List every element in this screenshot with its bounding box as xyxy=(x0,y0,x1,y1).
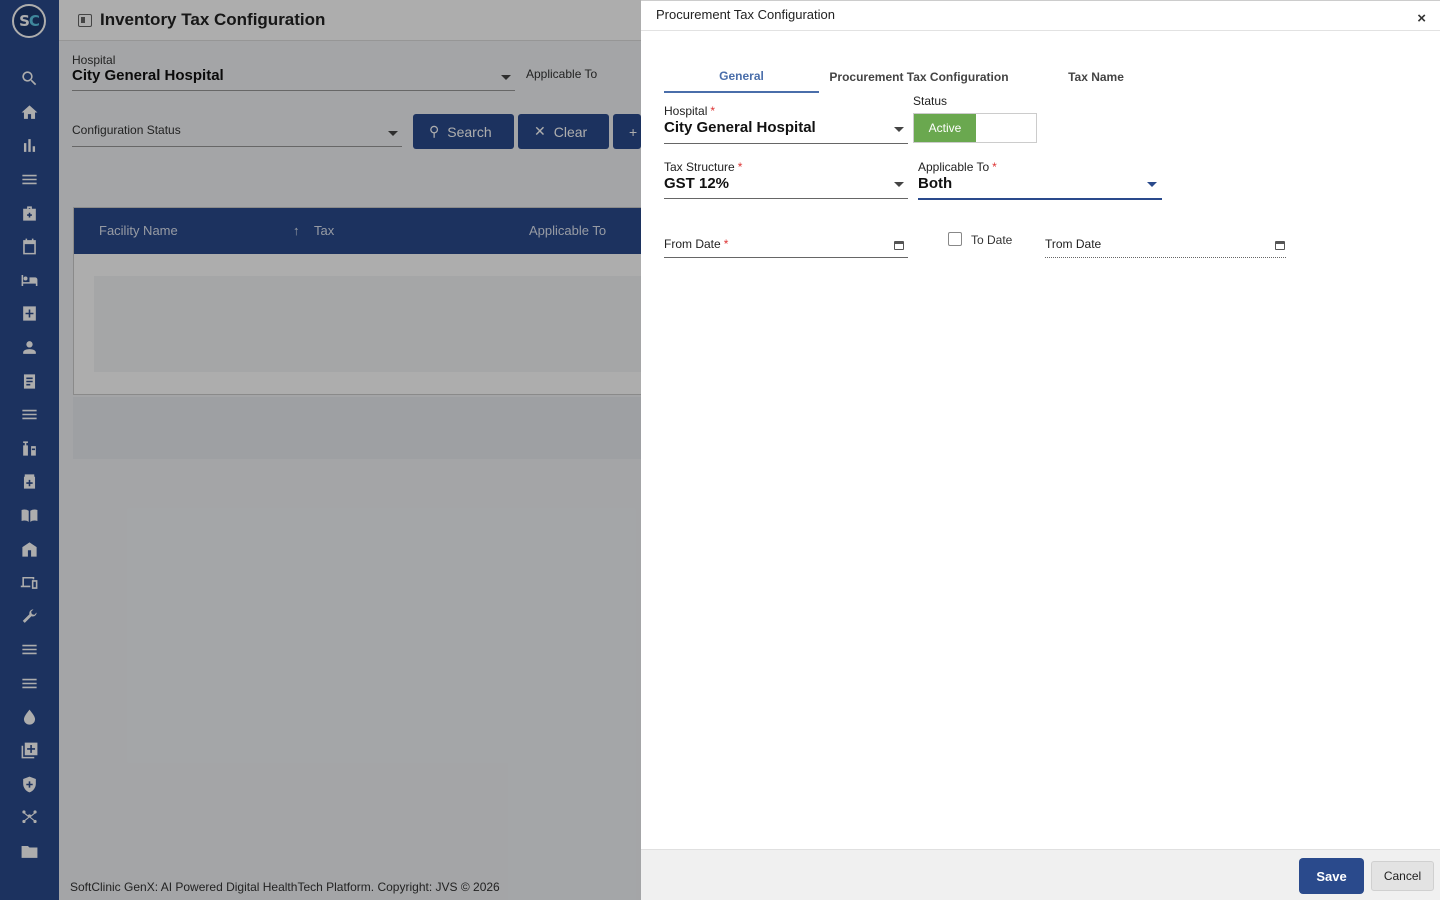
required-mark: * xyxy=(723,237,729,251)
hospital-value: City General Hospital xyxy=(664,119,816,136)
save-button[interactable]: Save xyxy=(1299,858,1364,894)
required-mark: * xyxy=(737,160,743,174)
modal-backdrop[interactable] xyxy=(0,0,641,900)
to-date-checkbox[interactable] xyxy=(948,232,962,246)
from-date-field[interactable]: From Date * xyxy=(664,237,908,258)
procurement-tax-drawer: Procurement Tax Configuration × General … xyxy=(641,0,1440,900)
chevron-down-icon xyxy=(894,182,904,187)
tax-structure-value: GST 12% xyxy=(664,175,730,192)
applicable-to-select[interactable]: Applicable To * Both xyxy=(918,160,1162,200)
drawer-title: Procurement Tax Configuration xyxy=(656,7,835,22)
calendar-icon[interactable] xyxy=(894,241,904,250)
calendar-icon[interactable] xyxy=(1275,241,1285,250)
close-icon[interactable]: × xyxy=(1417,11,1426,26)
chevron-down-icon xyxy=(894,127,904,132)
applicable-to-label: Applicable To xyxy=(918,160,990,174)
chevron-down-icon xyxy=(1147,182,1157,187)
required-mark: * xyxy=(710,104,716,118)
status-toggle[interactable]: Active xyxy=(913,113,1037,143)
tax-structure-label: Tax Structure xyxy=(664,160,735,174)
status-label: Status xyxy=(913,94,948,108)
drawer-footer: Save Cancel xyxy=(641,849,1440,900)
applicable-to-value: Both xyxy=(918,175,953,192)
cancel-button[interactable]: Cancel xyxy=(1371,861,1434,891)
required-mark: * xyxy=(992,160,997,174)
hospital-label: Hospital xyxy=(664,104,708,118)
from-date-label: From Date xyxy=(664,237,721,251)
to-date-label: To Date xyxy=(971,233,1013,247)
drawer-header: Procurement Tax Configuration × xyxy=(641,0,1440,31)
trom-date-field[interactable]: Trom Date xyxy=(1045,237,1286,258)
tab-procurement-tax-configuration[interactable]: Procurement Tax Configuration xyxy=(824,64,1014,94)
tax-structure-select[interactable]: Tax Structure * GST 12% xyxy=(664,160,908,199)
tab-general[interactable]: General xyxy=(664,63,819,93)
tab-tax-name[interactable]: Tax Name xyxy=(1049,64,1143,94)
status-active[interactable]: Active xyxy=(914,114,976,142)
trom-date-label: Trom Date xyxy=(1045,237,1102,251)
hospital-select[interactable]: Hospital * City General Hospital xyxy=(664,104,908,144)
